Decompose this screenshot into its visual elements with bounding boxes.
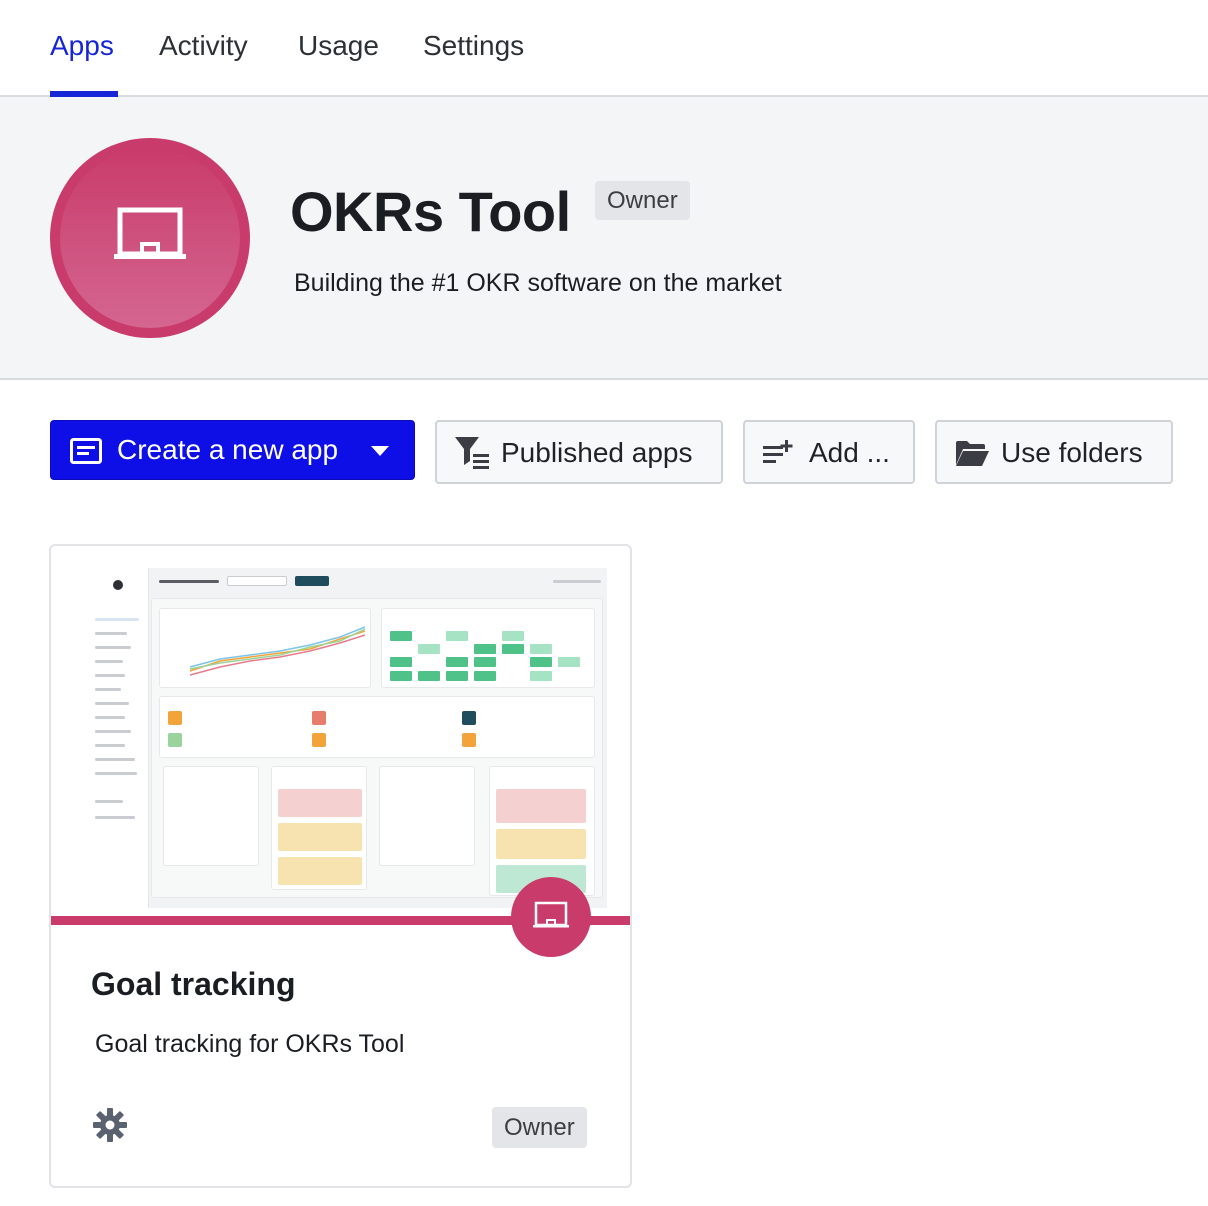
create-app-button[interactable]: Create a new app xyxy=(50,420,415,480)
preview-team-comparison xyxy=(159,696,595,758)
add-label: Add ... xyxy=(809,437,890,468)
add-list-icon xyxy=(763,440,793,463)
page-title: OKRs Tool xyxy=(290,180,571,243)
add-button[interactable]: Add ... xyxy=(743,420,915,484)
app-icon-badge xyxy=(511,877,591,957)
workspace-description: Building the #1 OKR software on the mark… xyxy=(294,269,782,297)
workspace-header: OKRs Tool Owner Building the #1 OKR soft… xyxy=(0,97,1208,380)
filter-list-icon xyxy=(455,437,489,469)
app-window-icon xyxy=(70,438,102,464)
tab-settings[interactable]: Settings xyxy=(423,30,524,62)
tab-activity[interactable]: Activity xyxy=(159,30,248,62)
app-card[interactable]: Goal tracking Goal tracking for OKRs Too… xyxy=(49,544,632,1188)
app-preview-image xyxy=(87,568,607,908)
tab-usage[interactable]: Usage xyxy=(298,30,379,62)
preview-line-chart xyxy=(159,608,371,688)
preview-sidebar xyxy=(87,568,149,908)
whiteboard-icon xyxy=(114,207,186,259)
folder-open-icon xyxy=(956,441,989,466)
app-card-title[interactable]: Goal tracking xyxy=(91,966,296,1003)
use-folders-button[interactable]: Use folders xyxy=(935,420,1173,484)
use-folders-label: Use folders xyxy=(1001,437,1143,468)
gear-icon[interactable] xyxy=(93,1108,127,1142)
app-role-badge: Owner xyxy=(492,1107,587,1148)
top-tabs: Apps Activity Usage Settings xyxy=(0,0,1208,97)
create-app-label: Create a new app xyxy=(117,434,339,465)
published-apps-button[interactable]: Published apps xyxy=(435,420,723,484)
whiteboard-icon xyxy=(533,901,569,928)
tab-apps[interactable]: Apps xyxy=(50,30,114,62)
preview-heatmap xyxy=(381,608,595,688)
caret-down-icon[interactable] xyxy=(371,446,389,456)
app-card-description: Goal tracking for OKRs Tool xyxy=(95,1030,405,1058)
role-badge: Owner xyxy=(595,181,690,220)
workspace-logo xyxy=(50,138,250,338)
published-apps-label: Published apps xyxy=(501,437,693,468)
